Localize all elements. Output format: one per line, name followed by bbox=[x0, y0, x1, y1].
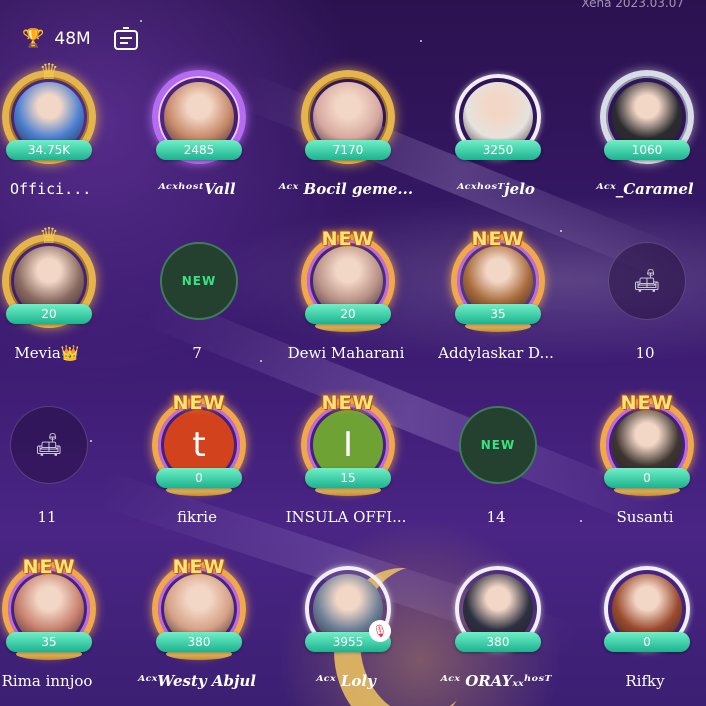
seat-18[interactable]: 3955 🎙 ᴬᶜˣ Loly bbox=[271, 562, 421, 706]
date-watermark: Xena 2023.03.07 bbox=[581, 0, 684, 10]
new-seat-badge[interactable]: NEW bbox=[160, 242, 238, 320]
avatar-frame[interactable]: ♛ 34.75K bbox=[2, 60, 96, 164]
new-tag: NEW bbox=[321, 392, 375, 414]
mic-muted-icon: 🎙 bbox=[369, 620, 391, 642]
seat-name: 10 bbox=[635, 344, 655, 362]
seat-20[interactable]: 0 Rifky bbox=[570, 562, 706, 706]
avatar-frame[interactable]: 3955 🎙 bbox=[301, 562, 395, 656]
score-badge: 7170 bbox=[305, 140, 391, 160]
score-badge: 380 bbox=[156, 632, 242, 652]
score-badge: 20 bbox=[6, 304, 92, 324]
avatar-frame[interactable]: 380 bbox=[451, 562, 545, 656]
seat-8[interactable]: NEW 20 Dewi Maharani bbox=[271, 228, 421, 398]
seat-14[interactable]: NEW 14 bbox=[421, 398, 571, 562]
seat-name: Addylaskar D... bbox=[438, 344, 554, 362]
avatar-frame[interactable]: ♛ 20 bbox=[2, 224, 96, 328]
seat-name: Susanti bbox=[616, 508, 674, 526]
avatar-frame[interactable]: 2485 bbox=[152, 70, 246, 164]
seat-name: ᴬᶜˣ ORAYₓₓʰᵒˢᵀ bbox=[440, 672, 552, 690]
new-tag: NEW bbox=[172, 556, 226, 578]
score-badge: 0 bbox=[156, 468, 242, 488]
score-badge: 0 bbox=[604, 468, 690, 488]
score-badge: 35 bbox=[6, 632, 92, 652]
seat-4[interactable]: 3250 ᴬᶜˣʰᵒˢᵀjelo bbox=[421, 70, 571, 234]
seat-19[interactable]: 380 ᴬᶜˣ ORAYₓₓʰᵒˢᵀ bbox=[421, 562, 571, 706]
score-badge: 380 bbox=[455, 632, 541, 652]
seat-6[interactable]: ♛ 20 Mevia👑 bbox=[0, 224, 122, 398]
avatar-frame[interactable]: NEW 35 bbox=[2, 556, 96, 660]
seat-12[interactable]: t NEW 0 fikrie bbox=[122, 392, 272, 562]
seat-name: ᴬᶜˣʰᵒˢᵗVall bbox=[158, 180, 236, 198]
seat-name: ᴬᶜˣʰᵒˢᵀjelo bbox=[457, 180, 535, 198]
trophy-value: 48M bbox=[54, 28, 91, 49]
seat-5[interactable]: 1060 ᴬᶜˣ_Caramel bbox=[570, 70, 706, 234]
sofa-icon: 🛋 bbox=[633, 268, 661, 294]
seat-name: ᴬᶜˣ_Caramel bbox=[596, 180, 694, 198]
avatar-frame[interactable]: NEW 20 bbox=[301, 228, 395, 332]
new-tag: NEW bbox=[321, 228, 375, 250]
seat-name: Offici... bbox=[10, 180, 92, 198]
avatar-frame[interactable]: I NEW 15 bbox=[301, 392, 395, 496]
seat-name: Dewi Maharani bbox=[287, 344, 405, 362]
avatar-frame[interactable]: NEW 35 bbox=[451, 228, 545, 332]
empty-seat[interactable]: 🛋 bbox=[10, 406, 88, 484]
seat-name: Mevia👑 bbox=[14, 344, 80, 362]
crown-icon: ♛ bbox=[39, 60, 59, 85]
star bbox=[420, 40, 422, 42]
score-badge: 34.75K bbox=[6, 140, 92, 160]
trophy-icon: 🏆 bbox=[22, 28, 45, 49]
seat-3[interactable]: 7170 ᴬᶜˣ Bocil geme... bbox=[271, 70, 421, 234]
score-badge: 1060 bbox=[604, 140, 690, 160]
seat-name: 14 bbox=[486, 508, 506, 526]
crown-icon: ♛ bbox=[39, 224, 59, 249]
seat-11[interactable]: 🛋 11 bbox=[0, 398, 122, 562]
avatar-frame[interactable]: 1060 bbox=[600, 70, 694, 164]
seat-name: 7 bbox=[192, 344, 202, 362]
new-tag: NEW bbox=[620, 392, 674, 414]
seat-13[interactable]: I NEW 15 INSULA OFFI... bbox=[271, 392, 421, 562]
room-top-bar: 🏆 48M bbox=[14, 24, 141, 53]
new-tag: NEW bbox=[22, 556, 76, 578]
seat-name: Rifky bbox=[625, 672, 665, 690]
seat-9[interactable]: NEW 35 Addylaskar D... bbox=[421, 228, 571, 398]
seat-16[interactable]: NEW 35 Rima innjoo bbox=[0, 556, 122, 706]
new-tag: NEW bbox=[471, 228, 525, 250]
avatar-frame[interactable]: NEW 380 bbox=[152, 556, 246, 660]
avatar-frame[interactable]: t NEW 0 bbox=[152, 392, 246, 496]
seat-15[interactable]: NEW 0 Susanti bbox=[570, 392, 706, 562]
room-trophy-counter[interactable]: 🏆 48M bbox=[14, 24, 101, 53]
avatar-frame[interactable]: NEW 0 bbox=[600, 392, 694, 496]
avatar-frame[interactable]: 7170 bbox=[301, 70, 395, 164]
seat-name: INSULA OFFI... bbox=[285, 508, 407, 526]
seat-name: ᴬᶜˣ Loly bbox=[316, 672, 376, 690]
seat-7[interactable]: NEW 7 bbox=[122, 234, 272, 398]
seat-name: fikrie bbox=[177, 508, 217, 526]
score-badge: 15 bbox=[305, 468, 391, 488]
empty-seat[interactable]: 🛋 bbox=[608, 242, 686, 320]
avatar-frame[interactable]: 0 bbox=[600, 562, 694, 656]
star bbox=[140, 20, 142, 22]
seat-17[interactable]: NEW 380 ᴬᶜˣWesty Abjul bbox=[122, 556, 272, 706]
seat-10[interactable]: 🛋 10 bbox=[570, 234, 706, 398]
seat-name: ᴬᶜˣ Bocil geme... bbox=[278, 180, 414, 198]
score-badge: 2485 bbox=[156, 140, 242, 160]
seat-2[interactable]: 2485 ᴬᶜˣʰᵒˢᵗVall bbox=[122, 70, 272, 234]
seat-1[interactable]: ♛ 34.75K Offici... bbox=[0, 60, 122, 234]
score-badge: 35 bbox=[455, 304, 541, 324]
notice-board-button[interactable] bbox=[111, 25, 141, 53]
score-badge: 3250 bbox=[455, 140, 541, 160]
notice-board-icon bbox=[113, 26, 138, 50]
seat-name: Rima innjoo bbox=[1, 672, 93, 690]
seat-name: 11 bbox=[37, 508, 57, 526]
score-badge: 0 bbox=[604, 632, 690, 652]
sofa-icon: 🛋 bbox=[35, 432, 63, 458]
new-seat-badge[interactable]: NEW bbox=[459, 406, 537, 484]
new-tag: NEW bbox=[172, 392, 226, 414]
seat-name: ᴬᶜˣWesty Abjul bbox=[137, 672, 256, 690]
score-badge: 20 bbox=[305, 304, 391, 324]
avatar-frame[interactable]: 3250 bbox=[451, 70, 545, 164]
